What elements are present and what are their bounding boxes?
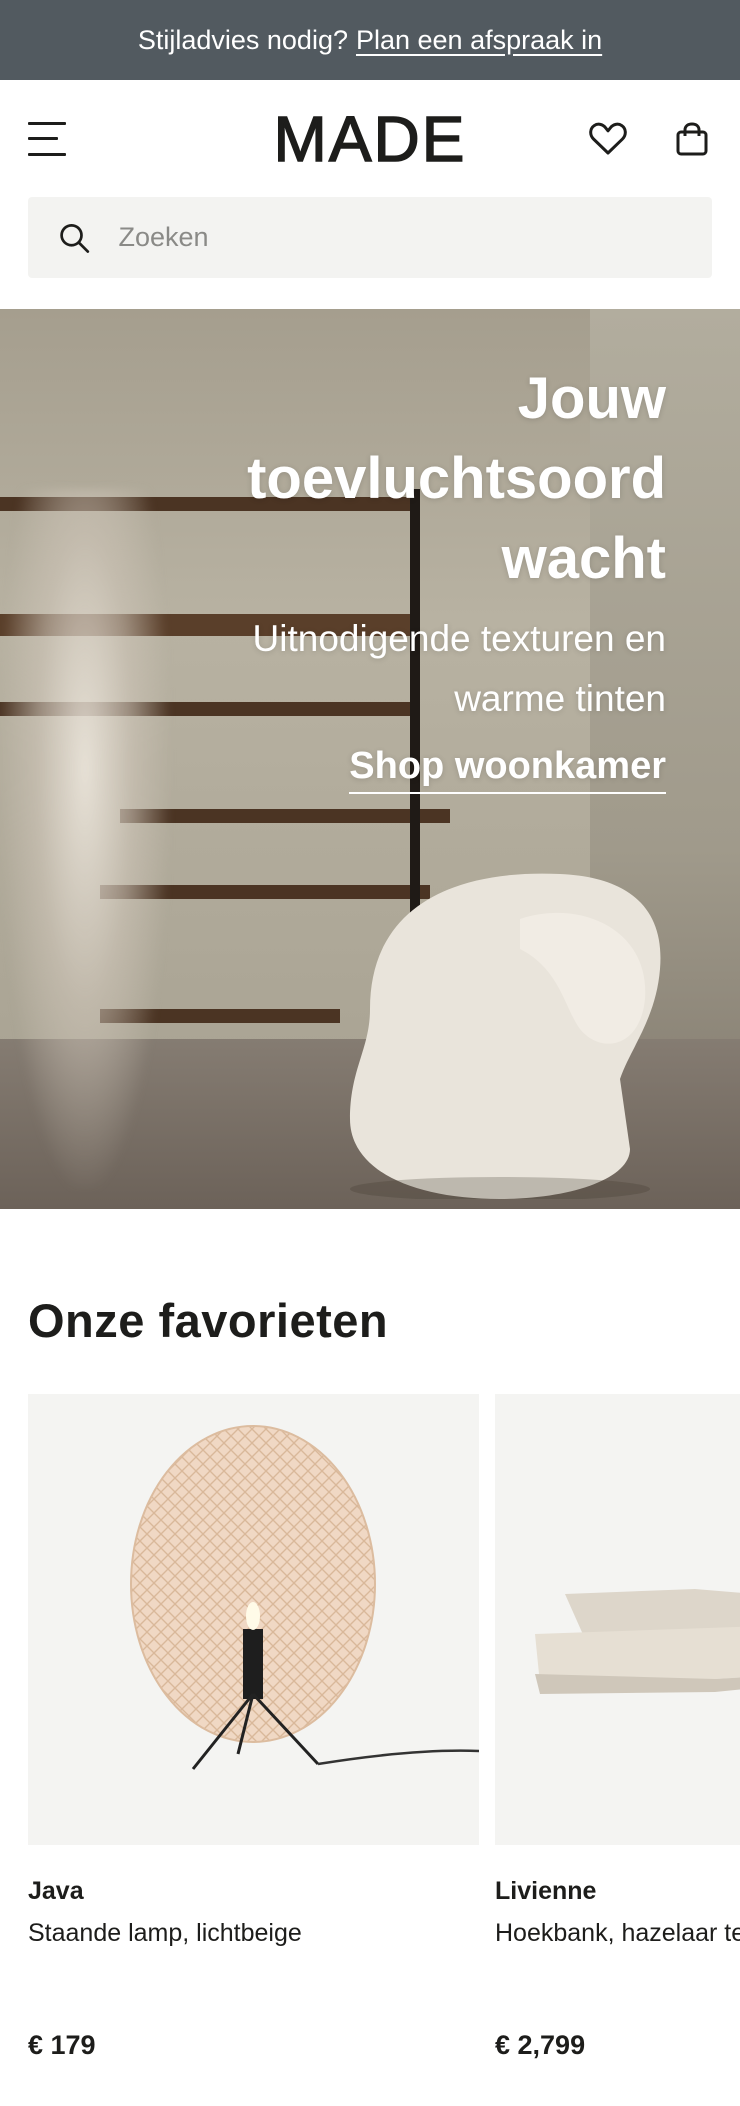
- menu-button[interactable]: [28, 121, 66, 156]
- search-bar[interactable]: [28, 197, 712, 278]
- product-card[interactable]: Java Staande lamp, lichtbeige € 179: [28, 1394, 479, 2061]
- site-header: MADE: [0, 80, 740, 197]
- menu-icon-line: [28, 137, 59, 140]
- wishlist-button[interactable]: [588, 119, 628, 159]
- shop-living-room-link[interactable]: Shop woonkamer: [349, 745, 666, 794]
- shopping-bag-icon: [676, 121, 708, 155]
- product-card[interactable]: Livienne Hoekbank, hazelaar textuurgewe …: [495, 1394, 740, 2061]
- armchair-illustration: [350, 873, 661, 1199]
- hero-title: Jouw toevluchtsoord wacht: [166, 359, 666, 599]
- favorites-heading: Onze favorieten: [28, 1294, 389, 1347]
- hero-banner[interactable]: Jouw toevluchtsoord wacht Uitnodigende t…: [0, 309, 740, 1209]
- hero-subtitle: Uitnodigende texturen en warme tinten: [166, 609, 666, 729]
- hero-text: Jouw toevluchtsoord wacht Uitnodigende t…: [166, 359, 666, 794]
- product-image[interactable]: [28, 1394, 479, 1845]
- search-icon: [60, 223, 90, 253]
- product-carousel[interactable]: Java Staande lamp, lichtbeige € 179 Livi…: [28, 1394, 740, 2061]
- search-input[interactable]: [118, 222, 682, 253]
- product-name[interactable]: Java: [28, 1877, 479, 1906]
- motion-blur-figure: [0, 489, 170, 1189]
- promo-bar: Stijladvies nodig? Plan een afspraak in: [0, 0, 740, 80]
- corner-sofa-image: [535, 1589, 740, 1694]
- hero-subtitle-text: Uitnodigende texturen en warme tinten: [252, 618, 666, 719]
- favorites-section: Onze favorieten Java Staande lamp, licht…: [0, 1209, 740, 2061]
- promo-text: Stijladvies nodig?: [137, 24, 348, 55]
- logo[interactable]: MADE: [273, 102, 467, 176]
- hero-title-text: Jouw toevluchtsoord wacht: [247, 366, 666, 591]
- book-appointment-link[interactable]: Plan een afspraak in: [356, 25, 602, 56]
- product-description: Staande lamp, lichtbeige: [28, 1919, 302, 1947]
- product-description: Hoekbank, hazelaar textuurgewe: [495, 1919, 740, 1947]
- product-name[interactable]: Livienne: [495, 1877, 740, 1906]
- product-image[interactable]: [495, 1394, 740, 1845]
- heart-icon: [589, 122, 627, 154]
- search-wrapper: [0, 197, 740, 278]
- rattan-floor-lamp-image: [130, 1425, 479, 1770]
- bag-button[interactable]: [672, 119, 712, 159]
- header-actions: [588, 119, 712, 159]
- product-price: € 2,799: [495, 2030, 586, 2060]
- product-price: € 179: [28, 2030, 96, 2060]
- menu-icon-line: [28, 121, 66, 125]
- menu-icon-line: [28, 152, 66, 156]
